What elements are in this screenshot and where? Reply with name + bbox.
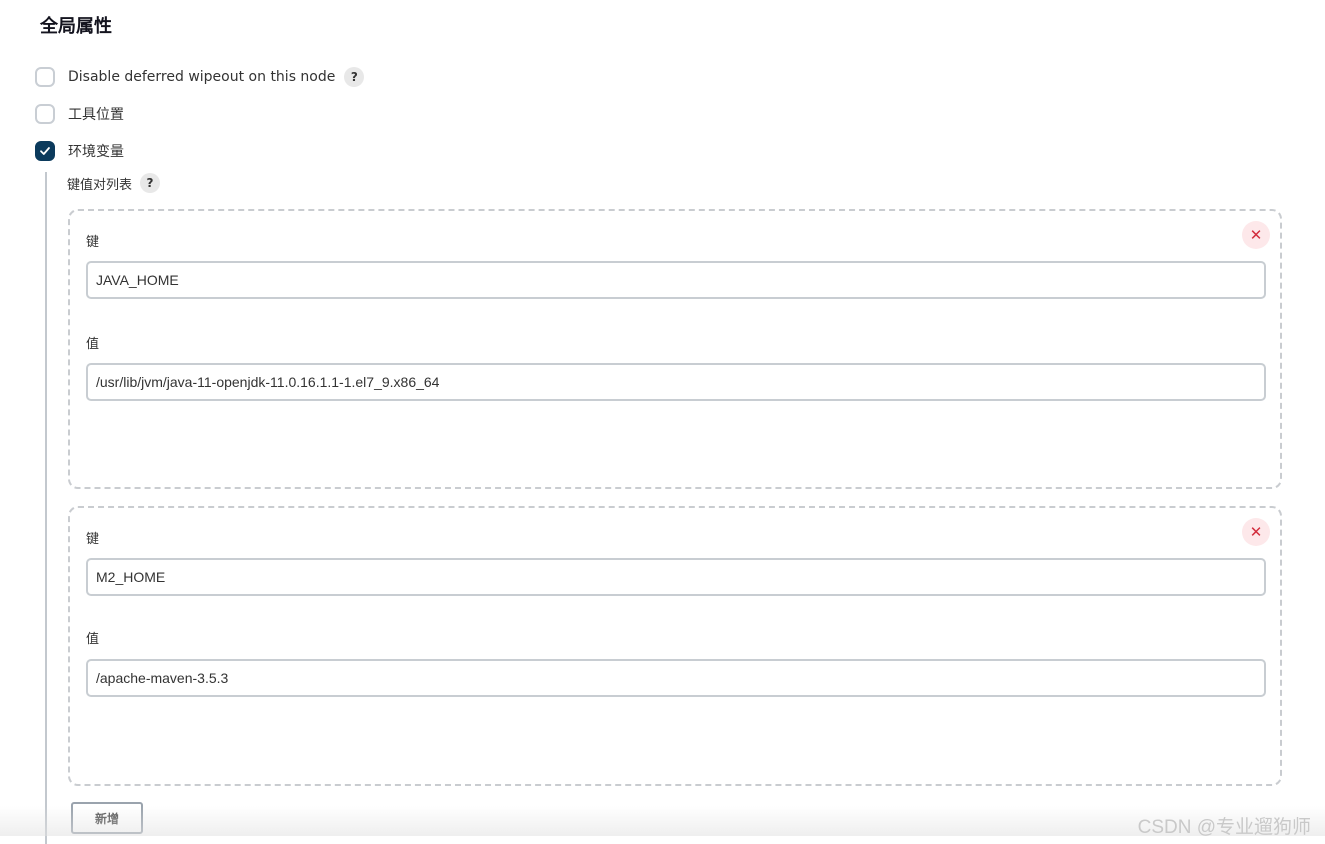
disable-deferred-wipeout-label[interactable]: Disable deferred wipeout on this node — [68, 69, 335, 85]
nested-section-bar — [45, 172, 47, 844]
key-label: 键 — [86, 532, 100, 547]
key-value-list-header: 键值对列表 ? — [67, 172, 161, 194]
bottom-fade — [0, 806, 1325, 836]
global-properties-page: 全局属性 Disable deferred wipeout on this no… — [0, 0, 1325, 844]
env-entry: ✕ 键 值 — [68, 506, 1282, 786]
delete-entry-button[interactable]: ✕ — [1242, 518, 1270, 546]
env-entry: ✕ 键 值 — [68, 209, 1282, 489]
value-input[interactable] — [86, 659, 1266, 697]
option-disable-deferred-wipeout: Disable deferred wipeout on this node ? — [35, 66, 365, 88]
delete-entry-button[interactable]: ✕ — [1242, 221, 1270, 249]
key-value-list-label: 键值对列表 — [67, 177, 133, 193]
close-icon: ✕ — [1249, 523, 1263, 541]
tool-locations-label[interactable]: 工具位置 — [68, 104, 124, 124]
key-input[interactable] — [86, 261, 1266, 299]
value-label: 值 — [86, 337, 100, 352]
watermark: CSDN @专业遛狗师 — [1137, 817, 1311, 838]
section-title: 全局属性 — [40, 16, 112, 37]
checkmark-icon — [40, 147, 50, 155]
value-input[interactable] — [86, 363, 1266, 401]
help-icon[interactable]: ? — [140, 173, 161, 193]
value-label: 值 — [86, 632, 100, 647]
option-environment-variables: 环境变量 — [35, 140, 124, 162]
close-icon: ✕ — [1249, 226, 1263, 244]
disable-deferred-wipeout-checkbox[interactable] — [35, 67, 55, 87]
key-input[interactable] — [86, 558, 1266, 596]
help-icon[interactable]: ? — [344, 67, 365, 87]
tool-locations-checkbox[interactable] — [35, 104, 55, 124]
add-entry-button[interactable]: 新增 — [71, 802, 143, 834]
option-tool-locations: 工具位置 — [35, 103, 124, 125]
key-label: 键 — [86, 235, 100, 250]
environment-variables-checkbox[interactable] — [35, 141, 55, 161]
environment-variables-label[interactable]: 环境变量 — [68, 141, 124, 161]
